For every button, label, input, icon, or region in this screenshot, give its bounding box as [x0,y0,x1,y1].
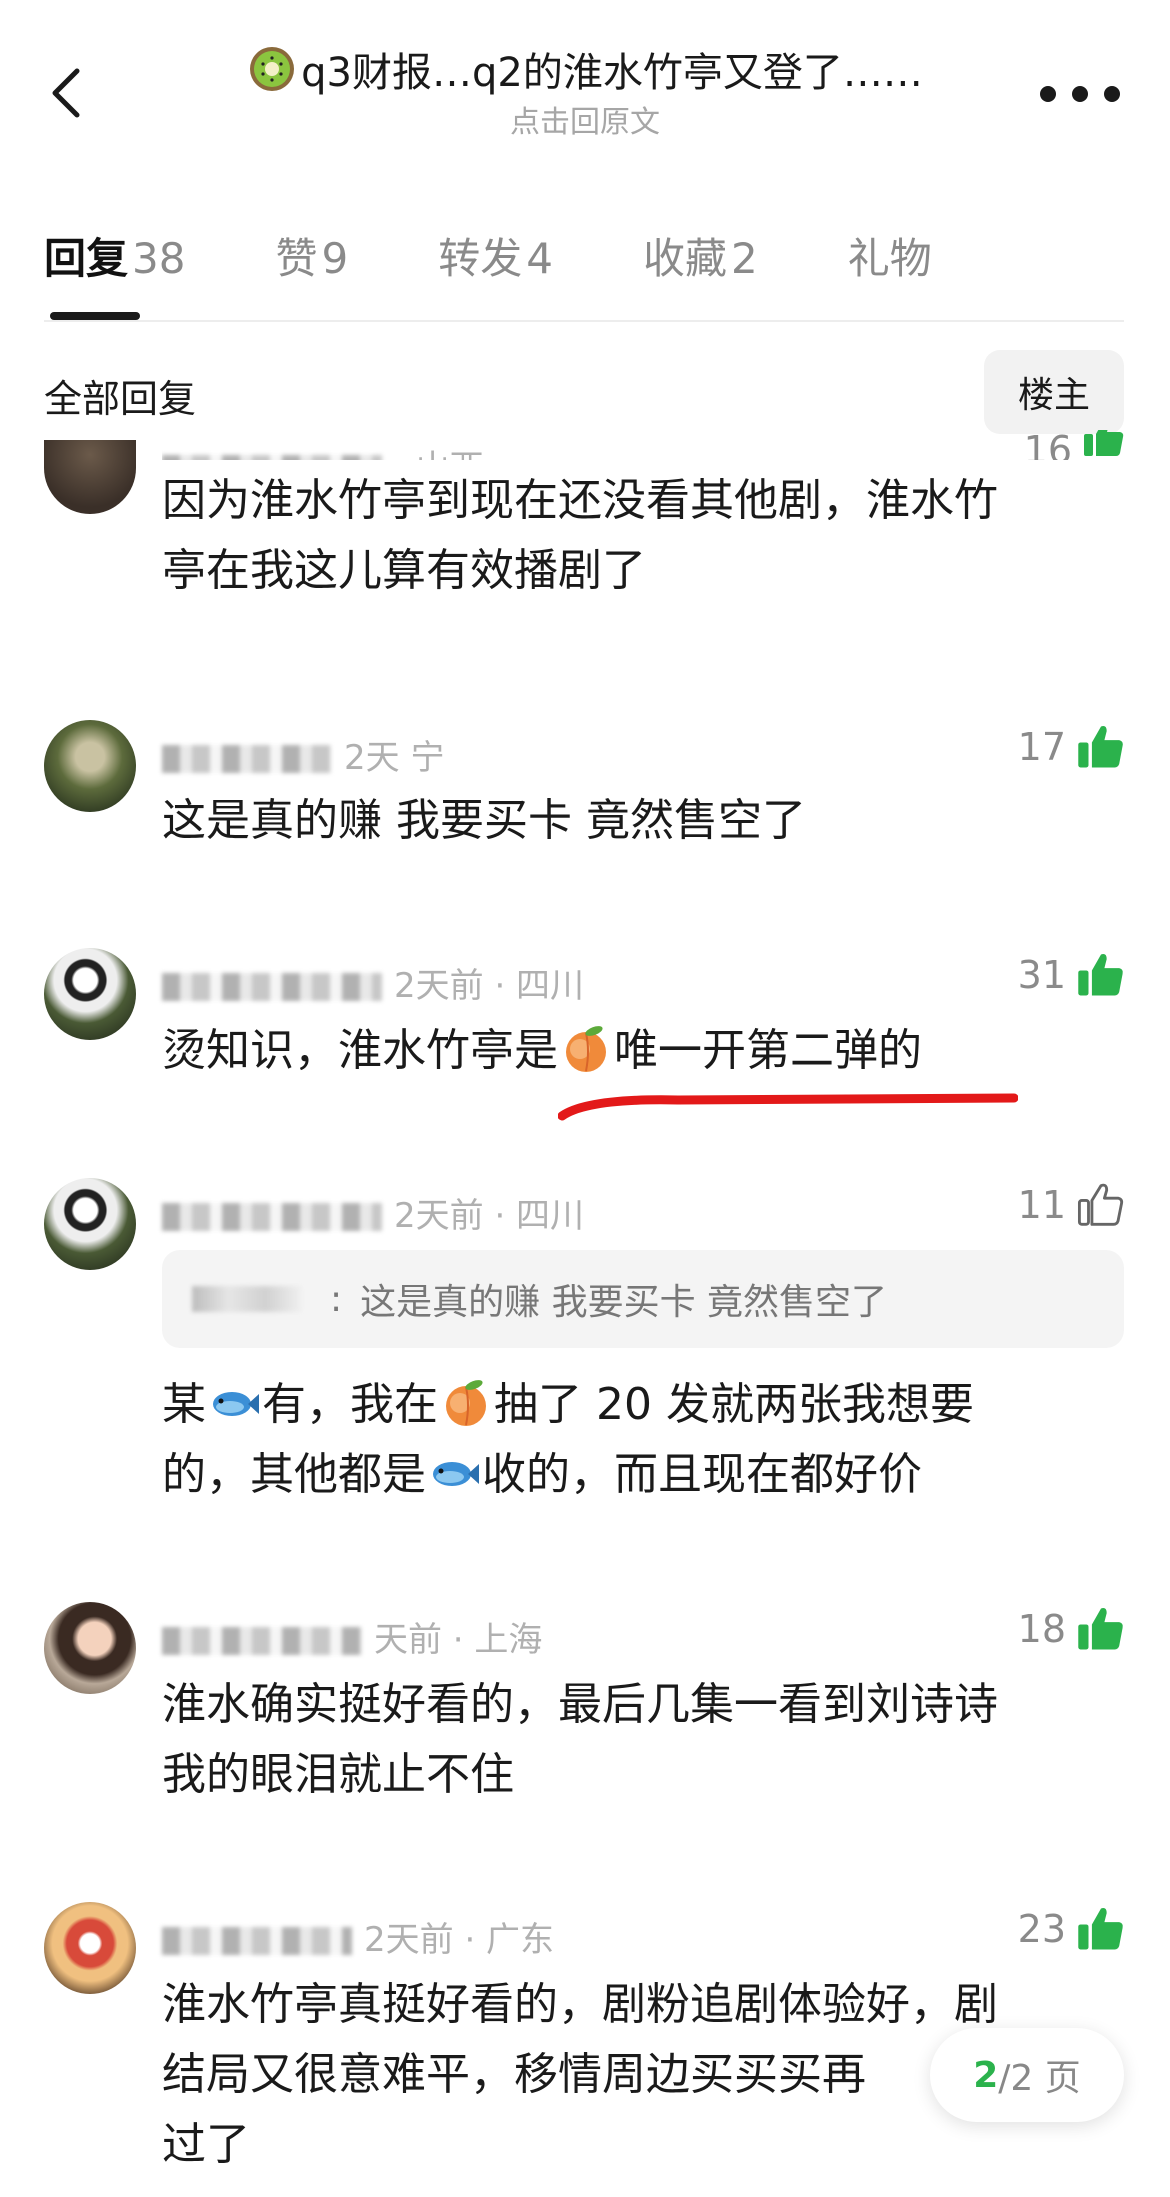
section-title: 全部回复 [44,377,197,421]
thumbs-up-filled-icon [1078,725,1123,768]
thumbs-up-outline-icon [1077,1183,1124,1226]
current-page: 2 [973,2054,999,2096]
quoted-reply[interactable]: : 这是真的赚 我要买卡 竟然售空了 [162,1250,1124,1348]
op-only-filter-button[interactable]: 楼主 [984,350,1124,434]
chevron-left-icon [52,68,80,118]
tab-replies[interactable]: 回复38 [44,225,185,315]
thumbs-up-filled-icon [1084,430,1124,456]
comment-meta: 天前 · 上海 [162,1612,542,1661]
thumbs-up-filled-icon [1078,1607,1123,1650]
like-count: 11 [1017,1183,1066,1227]
thumbs-up-filled-icon [1078,953,1123,996]
red-underline-annotation [558,1093,1018,1121]
more-dot-icon [1072,86,1088,102]
tab-gifts[interactable]: 礼物 [848,225,936,315]
kiwi-emoji-icon [250,47,295,91]
comment-text: 某有，我在 抽了 20 发就两张我想要 的，其他都是 收的，而且现在都好价 [162,1379,974,1500]
like-button[interactable]: 23 [1018,1904,1126,1954]
active-tab-indicator [50,312,140,320]
tab-reposts[interactable]: 转发4 [438,225,553,315]
avatar[interactable] [44,720,136,812]
comment-text: 这是真的赚 我要买卡 竟然售空了 [162,795,806,846]
comment-meta: 2天 宁 [162,730,444,779]
like-count: 23 [1017,1907,1066,1951]
like-button[interactable]: 17 [1018,722,1126,772]
avatar[interactable] [44,1902,136,1994]
comment-meta: 2天前 · 广东 [162,1912,554,1961]
thumbs-up-filled-icon [1078,1907,1123,1950]
like-button[interactable]: 31 [1018,950,1126,1000]
like-button[interactable]: 16 [1024,430,1126,460]
like-count: 16 [1023,430,1072,460]
tab-favorites[interactable]: 收藏2 [643,225,758,315]
avatar[interactable] [44,1602,136,1694]
comment-text: 烫知识，淮水竹亭是 唯一开第二弹的 [162,1025,922,1076]
total-pages: /2 页 [998,2058,1081,2099]
section-header: 全部回复 楼主 [44,350,1124,434]
like-button[interactable]: 11 [1018,1180,1126,1230]
comment-meta: 2天前 · 四川 [162,958,584,1007]
like-button[interactable]: 18 [1018,1604,1126,1654]
header: q3财报…q2的淮水竹亭又登了…… 点击回原文 [0,0,1170,170]
avatar[interactable] [44,440,136,514]
back-to-original-link[interactable]: 点击回原文 [190,103,980,143]
post-title[interactable]: q3财报…q2的淮水竹亭又登了…… [190,44,980,99]
fish-emoji-icon [433,1462,479,1486]
more-dot-icon [1104,86,1120,102]
peach-emoji-icon [566,1026,606,1072]
tab-bar: 回复38 赞9 转发4 收藏2 礼物 [44,225,1026,315]
like-count: 31 [1017,953,1066,997]
divider [44,320,1124,322]
back-button[interactable] [38,58,94,128]
avatar[interactable] [44,948,136,1040]
post-title-text: q3财报…q2的淮水竹亭又登了…… [301,50,923,96]
like-count: 17 [1017,725,1066,769]
like-count: 18 [1017,1607,1066,1651]
comment-meta: · 山西 [162,440,484,460]
tab-likes[interactable]: 赞9 [275,225,348,315]
comment-text: 淮水确实挺好看的，最后几集一看到刘诗诗 我的眼泪就止不住 [162,1679,998,1800]
fish-emoji-icon [213,1392,259,1416]
page-indicator-button[interactable]: 2/2 页 [930,2028,1124,2122]
comment-text: 因为淮水竹亭到现在还没看其他剧，淮水竹 亭在我这儿算有效播剧了 [162,475,998,596]
more-dot-icon [1040,86,1056,102]
more-options-button[interactable] [1040,76,1120,112]
post-title-area[interactable]: q3财报…q2的淮水竹亭又登了…… 点击回原文 [190,44,980,143]
comment-meta: 2天前 · 四川 [162,1188,584,1237]
avatar[interactable] [44,1178,136,1270]
peach-emoji-icon [446,1380,486,1426]
